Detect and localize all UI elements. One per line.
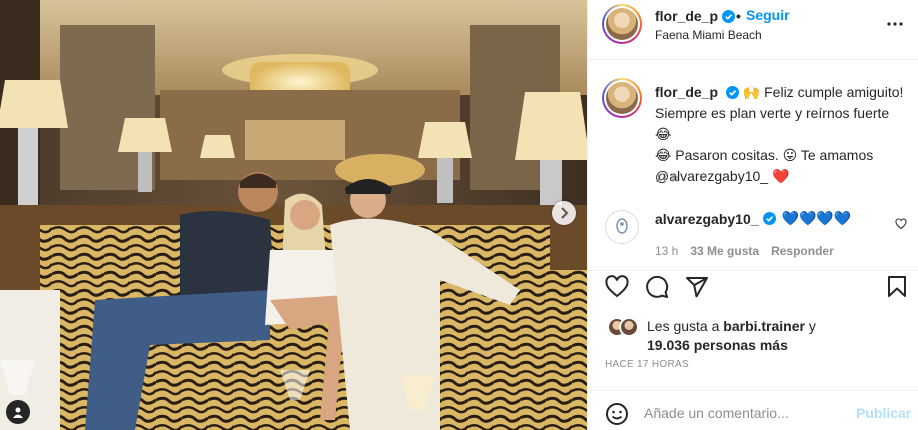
liked-by-avatars[interactable] [607,317,639,337]
likes-summary: Les gusta a barbi.trainer y 19.036 perso… [647,317,907,355]
reply-username[interactable]: alvarezgaby10_ [655,211,759,227]
post-time-ago[interactable]: HACE 17 HORAS [605,359,689,370]
caption-username[interactable]: flor_de_p [655,84,718,100]
comment-icon[interactable] [645,275,669,299]
author-username[interactable]: flor_de_p [655,8,736,24]
carousel-next-button[interactable] [552,201,576,225]
carousel-next-icon [561,207,569,219]
caption-line-1: 🙌 Feliz cumple amiguito! [742,84,904,100]
liker-avatar [619,317,639,337]
post-header: flor_de_p • Seguir Faena Miami Beach [588,0,918,60]
likes-count[interactable]: 19.036 personas más [647,337,788,353]
verified-icon [762,212,776,225]
likes-prefix: Les gusta a [647,318,720,334]
reply-text: 💙💙💙💙 [781,210,852,226]
post-actions: Les gusta a barbi.trainer y 19.036 perso… [588,270,918,400]
reply-comment: alvarezgaby10_ 💙💙💙💙 [655,210,851,227]
post-caption: flor_de_p 🙌 Feliz cumple amiguito! Siemp… [655,82,905,187]
add-comment-bar: Publicar [588,390,918,430]
caption-avatar[interactable] [602,78,642,118]
separator-dot: • [736,8,741,24]
bookmark-icon[interactable] [885,275,909,299]
reply-avatar[interactable] [605,210,639,244]
caption-line-3: 😂 Pasaron cositas. 😛 Te amamos [655,147,874,163]
verified-icon [725,86,739,99]
share-icon[interactable] [685,275,709,299]
comments-section[interactable]: flor_de_p 🙌 Feliz cumple amiguito! Siemp… [588,60,918,270]
photo-scene [0,0,587,430]
tag-user-button[interactable] [6,400,30,424]
post-sidebar: flor_de_p • Seguir Faena Miami Beach flo… [587,0,918,430]
post-location[interactable]: Faena Miami Beach [655,28,762,42]
follow-button[interactable]: Seguir [746,7,790,23]
likes-user[interactable]: barbi.trainer [723,318,805,334]
tag-user-icon [13,407,23,418]
reply-timestamp[interactable]: 13 h [655,244,678,258]
post-photo[interactable] [0,0,587,430]
reply-likes[interactable]: 33 Me gusta [690,244,759,258]
emoji-icon[interactable] [605,402,629,426]
caption-timestamp[interactable]: 17 h [655,171,678,185]
post-comment-button[interactable]: Publicar [856,405,911,421]
heart-icon[interactable] [605,275,629,299]
likes-joiner: y [808,318,816,334]
caption-line-2: Siempre es plan verte y reírnos fuerte 😂 [655,105,890,142]
comment-like-icon[interactable] [895,218,907,230]
verified-icon [722,9,736,23]
more-icon[interactable] [885,14,905,34]
author-username-text[interactable]: flor_de_p [655,8,718,24]
reply-avatar-logo-icon [616,218,628,234]
reply-button[interactable]: Responder [771,244,834,258]
comment-input[interactable] [644,401,844,425]
reply-meta: 13 h 33 Me gusta Responder [655,244,834,258]
author-avatar[interactable] [602,4,642,44]
